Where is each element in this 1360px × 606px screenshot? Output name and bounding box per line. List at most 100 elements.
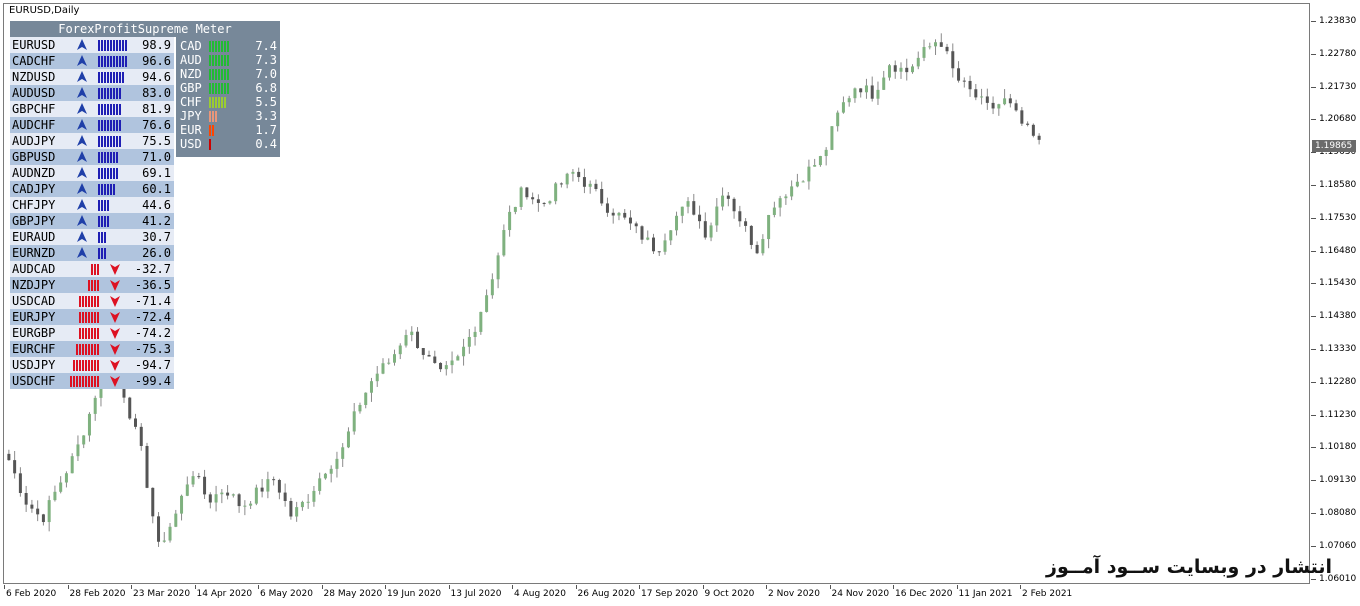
strength-bar bbox=[98, 232, 100, 243]
strength-bar bbox=[212, 55, 214, 66]
strength-bar bbox=[107, 216, 109, 227]
currency-strength-panel: CAD 7.4 AUD 7.3 NZD 7.0 GBP 6.8 CHF 5.5 JPY 3.3 EUR 1… bbox=[176, 37, 280, 157]
pair-strength-bars bbox=[91, 264, 99, 275]
time-label: 26 Aug 2020 bbox=[577, 589, 636, 599]
pair-name: USDCHF bbox=[12, 374, 56, 388]
strength-bar bbox=[101, 72, 103, 83]
strength-bar bbox=[88, 344, 90, 355]
arrow-up-icon bbox=[77, 119, 87, 130]
strength-bar bbox=[110, 168, 112, 179]
pair-value: -99.4 bbox=[134, 374, 171, 388]
strength-bar bbox=[209, 139, 211, 150]
arrow-up-icon bbox=[77, 151, 87, 162]
currency-row: JPY 3.3 bbox=[176, 109, 280, 123]
currency-value: 7.3 bbox=[255, 53, 277, 67]
candle-body bbox=[605, 203, 609, 213]
currency-strength-bars bbox=[209, 41, 229, 52]
candle-body bbox=[7, 453, 11, 461]
arrow-down-icon bbox=[110, 280, 120, 291]
pair-name: AUDUSD bbox=[12, 86, 56, 100]
time-tick bbox=[956, 585, 958, 589]
pair-strength-bars bbox=[79, 296, 99, 307]
time-tick bbox=[702, 585, 704, 589]
strength-bar bbox=[94, 280, 96, 291]
currency-name: CHF bbox=[180, 95, 202, 109]
pair-name: EURNZD bbox=[12, 246, 56, 260]
strength-bar bbox=[221, 41, 223, 52]
strength-bar bbox=[113, 136, 115, 147]
strength-bar bbox=[94, 296, 96, 307]
strength-bar bbox=[227, 41, 229, 52]
pair-value: 60.1 bbox=[142, 182, 171, 196]
candle-body bbox=[237, 494, 241, 507]
price-label: 1.08080 bbox=[1319, 508, 1357, 518]
candle-body bbox=[496, 255, 500, 280]
candle-body bbox=[335, 458, 339, 469]
candle-body bbox=[214, 494, 218, 503]
candle-body bbox=[893, 65, 897, 72]
candle-body bbox=[82, 435, 86, 445]
pair-strength-bars bbox=[98, 88, 121, 99]
candle-body bbox=[162, 540, 166, 542]
candle-body bbox=[709, 225, 713, 238]
candle-body bbox=[841, 102, 845, 113]
candle-body bbox=[1026, 123, 1030, 125]
price-label: 1.21730 bbox=[1319, 81, 1357, 92]
price-label: 1.10180 bbox=[1319, 442, 1357, 453]
candle-body bbox=[680, 206, 684, 216]
time-tick bbox=[448, 585, 450, 589]
pair-name: AUDCAD bbox=[12, 262, 56, 276]
price-axis[interactable]: 1.23830 1.22780 1.21730 1.20680 1.19630 1.185… bbox=[1311, 0, 1360, 606]
candle-body bbox=[134, 418, 137, 427]
candle-body bbox=[531, 197, 535, 200]
strength-bar bbox=[88, 328, 90, 339]
pair-row: NZDJPY -36.5 bbox=[10, 277, 174, 293]
candle-body bbox=[859, 88, 863, 93]
currency-name: USD bbox=[180, 137, 202, 151]
pair-row: EURCHF -75.3 bbox=[10, 341, 174, 357]
pair-strength-bars bbox=[98, 232, 106, 243]
price-tick bbox=[1311, 349, 1316, 350]
time-tick bbox=[766, 585, 767, 589]
strength-bar bbox=[215, 41, 217, 52]
price-label: 1.22780 bbox=[1319, 48, 1357, 59]
strength-bar bbox=[101, 232, 103, 243]
pair-row: GBPCHF 81.9 bbox=[10, 101, 174, 117]
price-tick bbox=[1311, 21, 1316, 22]
arrow-down-icon bbox=[110, 360, 120, 371]
pair-row: AUDUSD 83.0 bbox=[10, 85, 174, 101]
price-label: 1.09130 bbox=[1319, 475, 1357, 486]
candle-body bbox=[738, 211, 742, 222]
strength-bar bbox=[91, 280, 93, 291]
candle-body bbox=[692, 201, 696, 215]
candle-body bbox=[836, 112, 840, 127]
candle-body bbox=[18, 473, 22, 494]
currency-value: 5.5 bbox=[255, 95, 277, 109]
strength-bar bbox=[104, 56, 106, 67]
candle-body bbox=[916, 57, 920, 67]
time-axis[interactable]: 6 Feb 2020 28 Feb 2020 23 Mar 2020 14 Apr 2… bbox=[0, 585, 1310, 606]
candle-body bbox=[962, 80, 966, 82]
pair-value: 26.0 bbox=[142, 246, 171, 260]
strength-bar bbox=[110, 104, 112, 115]
candle-body bbox=[980, 96, 984, 98]
pair-name: AUDNZD bbox=[12, 166, 56, 180]
arrow-down-icon bbox=[110, 264, 120, 275]
pair-row: AUDNZD 69.1 bbox=[10, 165, 174, 181]
pair-row: EURNZD 26.0 bbox=[10, 245, 174, 261]
strength-bar bbox=[125, 40, 127, 51]
strength-bar bbox=[94, 328, 96, 339]
strength-bar bbox=[97, 344, 99, 355]
strength-bar bbox=[73, 360, 75, 371]
candle-body bbox=[24, 493, 28, 505]
candle-body bbox=[479, 311, 483, 332]
strength-bar bbox=[98, 184, 100, 195]
candle-body bbox=[617, 212, 621, 216]
candle-body bbox=[168, 526, 172, 541]
candle-body bbox=[1037, 135, 1041, 140]
strength-bar bbox=[218, 41, 220, 52]
candle-body bbox=[306, 501, 310, 503]
pair-value: -74.2 bbox=[134, 326, 171, 340]
strength-bar bbox=[104, 232, 106, 243]
currency-value: 3.3 bbox=[255, 109, 277, 123]
